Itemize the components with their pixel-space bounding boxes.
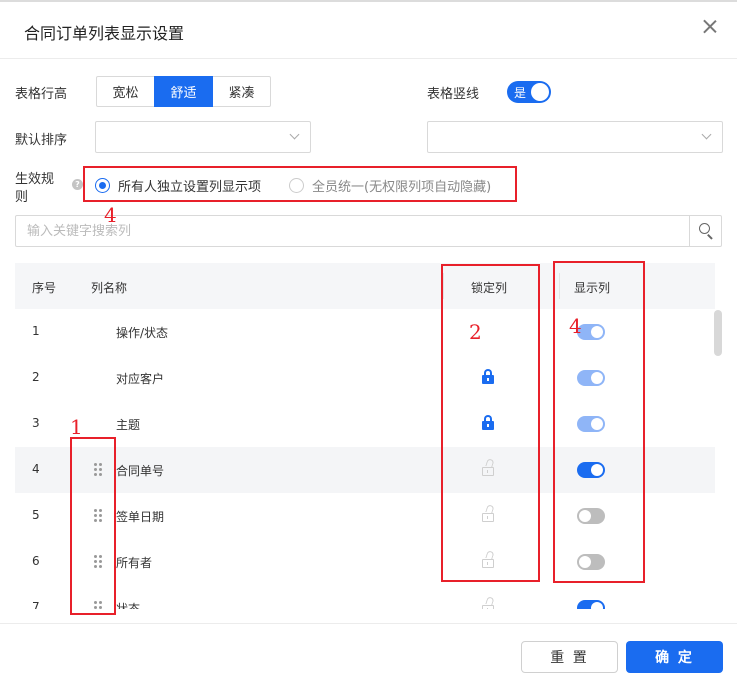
annotation-box-show: [553, 261, 645, 583]
row-column-name: 合同单号: [116, 464, 165, 478]
effective-rule-label-line1: 生效规: [15, 172, 55, 187]
confirm-button[interactable]: 确 定: [626, 641, 723, 673]
row-height-label: 表格行高: [15, 87, 68, 102]
unlock-icon[interactable]: [482, 596, 495, 609]
row-column-name: 对应客户: [116, 372, 165, 386]
sort-order-select[interactable]: [427, 121, 723, 153]
vertical-lines-label: 表格竖线: [427, 87, 480, 102]
row-column-name: 签单日期: [116, 510, 165, 524]
search-icon-handle: [707, 234, 713, 240]
annotation-number: 4: [104, 203, 117, 227]
dialog-header: 合同订单列表显示设置: [0, 2, 737, 59]
row-column-name: 所有者: [116, 556, 153, 570]
help-icon[interactable]: ?: [72, 179, 83, 190]
row-index: 5: [32, 508, 40, 522]
column-search: [15, 215, 722, 247]
table-row: 7 状态: [15, 585, 715, 609]
lock-keyhole: [487, 608, 489, 609]
annotation-number: 2: [469, 320, 482, 344]
default-sort-label: 默认排序: [15, 133, 68, 148]
effective-rule-label-line2: 则: [15, 190, 29, 205]
row-height-comfortable-button[interactable]: 舒适: [154, 76, 213, 107]
annotation-number: 1: [70, 415, 83, 439]
toggle-knob: [591, 602, 603, 609]
annotation-number: 4: [569, 314, 582, 338]
dialog-footer: 重 置 确 定: [0, 623, 737, 686]
close-icon[interactable]: [699, 16, 721, 38]
row-column-name: 操作/状态: [116, 326, 169, 340]
dialog-title: 合同订单列表显示设置: [24, 24, 185, 43]
row-index: 7: [32, 600, 40, 609]
row-index: 1: [32, 324, 40, 338]
search-input[interactable]: [16, 216, 690, 246]
vertical-lines-toggle-text: 是: [514, 86, 527, 100]
annotation-box-radio: [83, 166, 517, 202]
show-column-toggle[interactable]: [577, 600, 605, 609]
row-height-loose-button[interactable]: 宽松: [96, 76, 155, 107]
search-icon: [699, 223, 710, 234]
row-index: 6: [32, 554, 40, 568]
row-column-name: 主题: [116, 418, 141, 432]
annotation-box-drag: [70, 437, 116, 615]
row-height-segmented: 宽松 舒适 紧凑: [96, 76, 271, 107]
search-button[interactable]: [689, 216, 721, 246]
header-index: 序号: [32, 281, 57, 295]
header-column-name: 列名称: [91, 281, 128, 295]
toggle-knob: [531, 83, 549, 101]
chevron-down-icon: [289, 129, 300, 140]
row-index: 2: [32, 370, 40, 384]
chevron-down-icon: [701, 129, 712, 140]
row-index: 3: [32, 416, 40, 430]
row-index: 4: [32, 462, 40, 476]
reset-button[interactable]: 重 置: [521, 641, 618, 673]
row-column-name: 状态: [116, 602, 141, 609]
row-height-compact-button[interactable]: 紧凑: [212, 76, 271, 107]
vertical-lines-toggle[interactable]: 是: [507, 81, 551, 103]
annotation-box-lock: [441, 264, 540, 582]
table-scrollbar[interactable]: [714, 310, 722, 356]
column-settings-dialog: 合同订单列表显示设置 表格行高 宽松 舒适 紧凑 表格竖线 是 默认排序 生效规…: [0, 0, 737, 686]
sort-field-select[interactable]: [95, 121, 311, 153]
